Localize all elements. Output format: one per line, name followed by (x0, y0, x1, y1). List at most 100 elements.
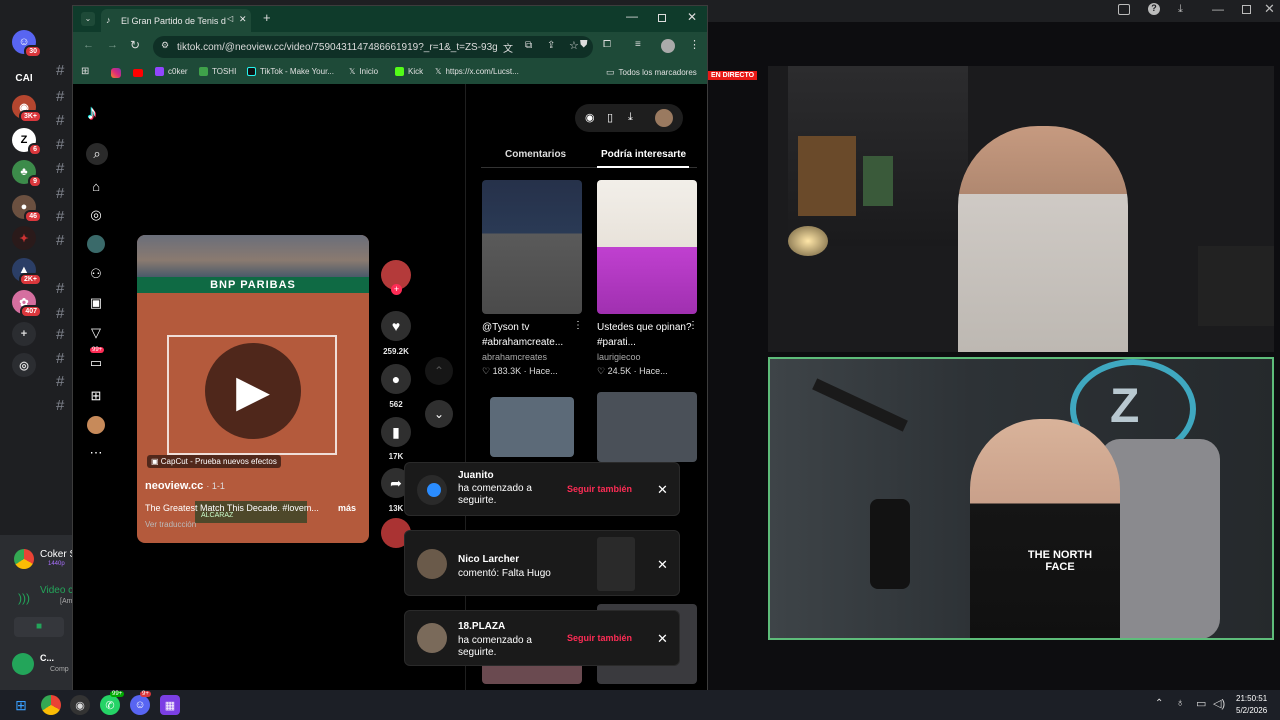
translate-link[interactable]: Ver traducción (145, 520, 196, 529)
user-avatar[interactable] (12, 653, 34, 675)
rec-title-2[interactable]: Ustedes que opinan? #parati... (597, 320, 697, 350)
explore-icon[interactable]: ◎ (87, 206, 105, 224)
tab-comments[interactable]: Comentarios (505, 149, 566, 160)
add-server-icon[interactable]: + (12, 322, 36, 346)
tab-recommended[interactable]: Podría interesarte (601, 149, 686, 160)
clock-time[interactable]: 21:50:51 (1236, 694, 1267, 703)
home-icon[interactable]: ⌂ (87, 177, 105, 195)
activity-icon[interactable]: ▭ 99+ (87, 347, 105, 372)
server-icon-z[interactable]: Z6 (12, 128, 42, 156)
maximize-icon[interactable] (1242, 5, 1251, 14)
share-icon[interactable]: ⇪ (547, 40, 555, 51)
clock-date[interactable]: 5/2/2026 (1236, 706, 1267, 715)
server-icon-7[interactable]: ✿ 407 (12, 290, 42, 318)
new-tab-icon[interactable]: + (263, 10, 271, 25)
bookmark-star-icon[interactable]: ☆ (569, 39, 579, 52)
messages-icon[interactable]: ▽ (87, 324, 105, 342)
more-icon[interactable]: ⋯ (87, 444, 105, 462)
obs-taskbar-icon[interactable]: ◉ (70, 695, 90, 715)
url-field[interactable]: ⚙ tiktok.com/@neoview.cc/video/759043114… (153, 36, 593, 58)
close-window-icon[interactable]: ✕ (687, 10, 697, 24)
network-tray-icon[interactable]: ▭ (1196, 697, 1206, 710)
close-icon[interactable]: ✕ (657, 631, 668, 647)
minimize-icon[interactable]: — (626, 9, 638, 23)
search-icon[interactable]: ⌕ (86, 143, 108, 165)
tab-close-icon[interactable]: ✕ (239, 14, 247, 25)
close-icon[interactable]: ✕ (1264, 1, 1275, 17)
bookmark-kick[interactable]: Kick (395, 67, 423, 76)
upload-icon[interactable]: ⊞ (87, 387, 105, 405)
close-icon[interactable]: ✕ (657, 557, 668, 573)
instagram-icon[interactable] (111, 68, 121, 78)
translate-icon[interactable]: 文 (503, 40, 513, 55)
shield-icon[interactable]: ⛊ (580, 39, 588, 50)
rec-menu-icon[interactable]: ⋮ (573, 320, 583, 331)
youtube-icon[interactable] (133, 69, 143, 77)
comment-icon[interactable]: ● (381, 364, 411, 394)
server-icon-4[interactable]: ● 46 (12, 195, 42, 223)
discord-home-icon[interactable]: ☺ 30 (12, 30, 42, 58)
notification-follow[interactable]: Juanito ha comenzado a seguirte. Seguir … (404, 462, 680, 516)
rec-user-1[interactable]: abrahamcreates (482, 352, 547, 362)
like-icon[interactable]: ♥ (381, 311, 411, 341)
server-icon-3[interactable]: ♣ 9 (12, 160, 42, 188)
save-icon[interactable]: ▮ (381, 417, 411, 447)
rec-thumb-4[interactable] (597, 392, 697, 462)
server-icon-1[interactable]: ◉ 3K+ (12, 95, 42, 123)
install-icon[interactable]: ⧉ (525, 40, 532, 51)
bookmarks-folder[interactable]: ▭ Todos los marcadores (606, 67, 697, 78)
live-icon[interactable]: ▣ (87, 294, 105, 312)
close-icon[interactable]: ✕ (657, 482, 668, 498)
chrome-taskbar-icon[interactable] (41, 695, 61, 715)
server-icon-6[interactable]: ▲ 2K+ (12, 258, 42, 286)
comment-video-thumb[interactable] (597, 537, 635, 591)
tab-audio-icon[interactable]: ◁ (227, 14, 233, 23)
menu-icon[interactable]: ⋮ (689, 38, 700, 51)
mic-tray-icon[interactable]: ♁ (1176, 697, 1184, 709)
apps-icon[interactable]: ⊞ (81, 66, 89, 77)
play-button[interactable]: ▶ (205, 343, 301, 439)
profile-icon[interactable] (661, 39, 675, 53)
rec-menu-icon[interactable]: ⋮ (688, 320, 698, 331)
media-icon[interactable]: ≡ (635, 39, 641, 50)
reload-icon[interactable]: ↻ (130, 38, 140, 52)
server-icon-5[interactable]: ✦ (12, 226, 36, 250)
rec-thumb-1[interactable] (482, 180, 582, 314)
next-video-icon[interactable]: ⌄ (425, 400, 453, 428)
video-author[interactable]: neoview.cc · 1-1 (145, 480, 225, 492)
rec-title-1[interactable]: @Tyson tv #abrahamcreate... (482, 320, 582, 350)
account-avatar[interactable] (655, 109, 673, 127)
bookmark-tiktok[interactable]: TikTok - Make Your... (247, 67, 334, 76)
follow-back-button[interactable]: Seguir también (567, 633, 632, 643)
creator-avatar[interactable]: + (381, 260, 411, 295)
previous-video-icon[interactable]: ⌃ (425, 357, 453, 385)
active-tab[interactable]: ♪ El Gran Partido de Tenis de ◁ ✕ (101, 9, 251, 32)
site-info-icon[interactable]: ⚙ (161, 40, 169, 51)
rec-thumb-3[interactable] (490, 397, 574, 457)
compass-icon[interactable]: ◉ (585, 111, 595, 124)
volume-tray-icon[interactable]: ◁) (1213, 697, 1225, 710)
profile-icon[interactable] (87, 416, 105, 434)
extensions-icon[interactable]: ⧠ (603, 39, 611, 50)
follow-back-button[interactable]: Seguir también (567, 484, 632, 494)
notification-follow-2[interactable]: 18.PLAZA ha comenzado a seguirte. Seguir… (404, 610, 680, 666)
bookmark-inicio[interactable]: 𝕏 Inicio (349, 67, 378, 76)
tab-search-icon[interactable]: ⌄ (81, 12, 95, 26)
capcut-tag[interactable]: ▣ CapCut - Prueba nuevos efectos (147, 455, 281, 468)
rec-thumb-2[interactable] (597, 180, 697, 314)
phone-icon[interactable]: ▯ (607, 111, 613, 124)
whatsapp-taskbar-icon[interactable]: ✆ 99+ (100, 691, 125, 715)
bookmark-c0ker[interactable]: c0ker (155, 67, 188, 76)
tiktok-logo-icon[interactable]: ♪ (87, 102, 97, 125)
discord-taskbar-icon[interactable]: ☺ 9+ (130, 691, 151, 715)
explore-icon[interactable]: ◎ (12, 353, 36, 377)
tray-chevron-icon[interactable]: ⌃ (1155, 698, 1163, 709)
windows-start-icon[interactable]: ⊞ (11, 695, 31, 715)
inbox-icon[interactable] (1118, 4, 1130, 15)
camera-button[interactable]: ■ (14, 617, 64, 637)
bookmark-toshi[interactable]: TOSHI (199, 67, 236, 76)
notification-comment[interactable]: Nico Larcher comentó: Falta Hugo ✕ (404, 530, 680, 596)
friends-icon[interactable]: ⚇ (87, 265, 105, 283)
follow-plus-icon[interactable]: + (391, 284, 402, 295)
minimize-icon[interactable]: — (1212, 2, 1224, 16)
